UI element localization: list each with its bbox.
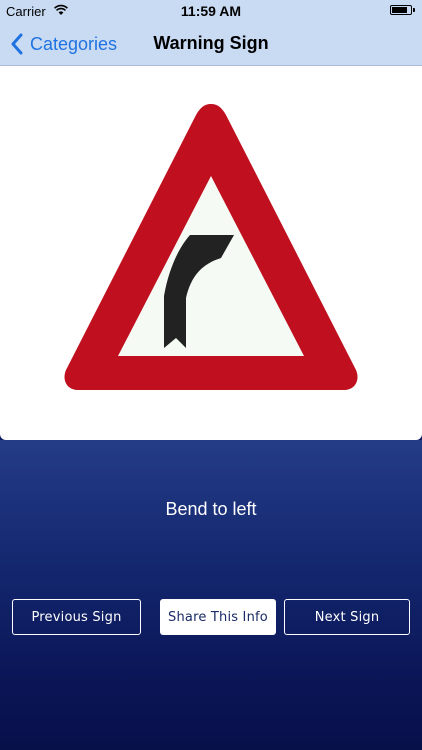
- next-sign-button[interactable]: Next Sign: [284, 599, 410, 635]
- previous-sign-button[interactable]: Previous Sign: [12, 599, 141, 635]
- status-bar: Carrier 11:59 AM: [0, 0, 422, 22]
- sign-image-panel: [0, 66, 422, 440]
- share-info-button[interactable]: Share This Info: [160, 599, 276, 635]
- battery-fill: [392, 7, 407, 13]
- status-time: 11:59 AM: [180, 3, 242, 19]
- battery-icon: [390, 5, 415, 15]
- page-title: Warning Sign: [153, 33, 269, 53]
- navigation-bar: Categories Warning Sign: [0, 22, 422, 66]
- warning-triangle-icon: [64, 104, 358, 390]
- sign-name: Bend to left: [165, 499, 257, 519]
- content-background: [0, 440, 422, 750]
